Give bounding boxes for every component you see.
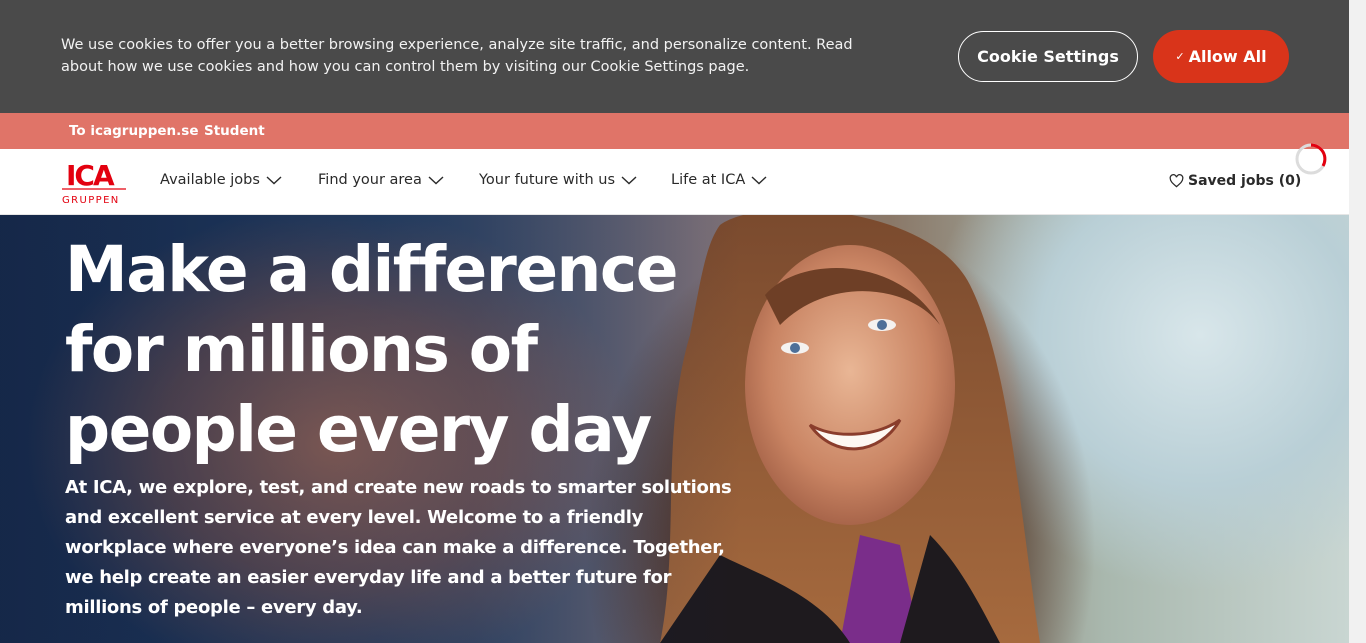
hero-description: At ICA, we explore, test, and create new…	[65, 477, 732, 618]
main-navigation: ICA GRUPPEN Available jobs Find your are…	[0, 143, 1349, 215]
cookie-settings-button[interactable]: Cookie Settings	[958, 31, 1138, 82]
cookie-banner-text: We use cookies to offer you a better bro…	[61, 37, 853, 75]
nav-your-future-label: Your future with us	[479, 172, 616, 188]
chevron-down-icon	[266, 176, 282, 185]
top-link-strip: To icagruppen.se Student	[0, 113, 1349, 149]
link-student[interactable]: Student	[204, 123, 265, 139]
saved-jobs-link[interactable]: Saved jobs (0)	[1169, 173, 1301, 189]
nav-available-jobs-label: Available jobs	[160, 172, 260, 188]
chevron-down-icon	[621, 176, 637, 185]
heart-icon	[1169, 174, 1184, 188]
link-icagruppen[interactable]: To icagruppen.se	[69, 123, 198, 139]
hero-title: Make a difference for millions of people…	[65, 233, 678, 466]
check-icon: ✓	[1175, 50, 1185, 63]
nav-life-at-ica[interactable]: Life at ICA	[671, 172, 767, 188]
nav-find-your-area-label: Find your area	[318, 172, 422, 188]
nav-available-jobs[interactable]: Available jobs	[160, 172, 282, 188]
allow-all-label: Allow All	[1188, 47, 1267, 66]
chevron-down-icon	[751, 176, 767, 185]
vertical-scrollbar[interactable]	[1349, 0, 1366, 643]
ica-gruppen-logo[interactable]: ICA GRUPPEN	[61, 158, 127, 206]
loading-spinner-icon	[1295, 143, 1327, 175]
chevron-down-icon	[428, 176, 444, 185]
logo-mark: ICA	[66, 159, 115, 192]
cookie-banner: We use cookies to offer you a better bro…	[0, 0, 1349, 113]
saved-jobs-label: Saved jobs (0)	[1188, 173, 1302, 189]
nav-your-future[interactable]: Your future with us	[479, 172, 637, 188]
hero-section: Make a difference for millions of people…	[0, 215, 1349, 643]
logo-subtext: GRUPPEN	[62, 195, 120, 206]
nav-life-at-ica-label: Life at ICA	[671, 172, 746, 188]
allow-all-button[interactable]: ✓ Allow All	[1153, 30, 1289, 83]
nav-find-your-area[interactable]: Find your area	[318, 172, 444, 188]
